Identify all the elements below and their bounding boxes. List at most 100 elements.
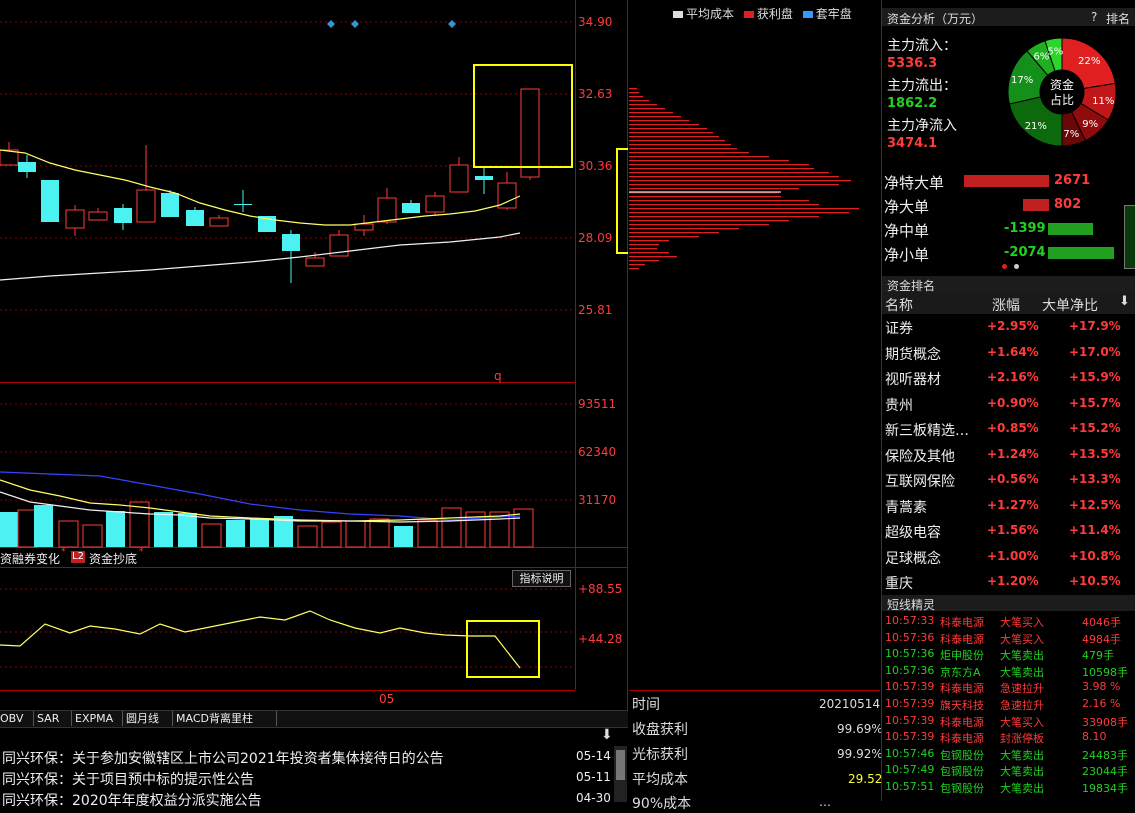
volume-bar[interactable]	[369, 518, 390, 548]
volume-bar[interactable]	[106, 511, 125, 547]
short-line-row[interactable]: 10:57:36 科泰电源 大笔买入 4984手	[882, 630, 1135, 647]
download-icon[interactable]: ⬇	[601, 727, 613, 743]
tab-expma[interactable]: EXPMA	[71, 711, 123, 726]
short-line-row[interactable]: 10:57:49 包钢股份 大笔卖出 23044手	[882, 762, 1135, 779]
volume-bar[interactable]	[178, 513, 197, 547]
net-order-row: 净小单 -2074	[882, 242, 1122, 264]
candle-body[interactable]	[186, 210, 204, 226]
candle-body[interactable]	[354, 223, 374, 231]
tab-moon-line[interactable]: 圆月线	[122, 711, 171, 726]
rank-change: +1.20%	[987, 574, 1039, 588]
rank-row[interactable]: 重庆 +1.20% +10.5%	[882, 569, 1135, 594]
scrollbar-thumb[interactable]	[616, 750, 625, 780]
chip-info-value: 99.69%	[837, 722, 883, 736]
rank-button[interactable]: 排名	[1106, 10, 1130, 27]
candle-body[interactable]	[282, 234, 300, 251]
candle-body[interactable]	[475, 176, 493, 180]
candle-body[interactable]	[377, 197, 397, 223]
rank-name: 视听器材	[885, 372, 941, 388]
volume-bar[interactable]	[129, 501, 150, 548]
short-line-row[interactable]: 10:57:36 京东方A 大笔卖出 10598手	[882, 663, 1135, 680]
candle-body[interactable]	[18, 162, 36, 172]
fund-donut-chart[interactable]: 资金 占比 22%11%9%7%21%17%6%5%	[1006, 36, 1118, 148]
rank-row[interactable]: 足球概念 +1.00% +10.8%	[882, 544, 1135, 569]
news-item[interactable]: 同兴环保：关于参加安徽辖区上市公司2021年投资者集体接待日的公告 05-14	[0, 746, 628, 768]
col-net-ratio[interactable]: 大单净比	[1042, 295, 1098, 315]
tab-fund-bottom[interactable]: 资金抄底	[89, 550, 137, 567]
volume-bar[interactable]	[321, 521, 342, 548]
candle-body[interactable]	[114, 208, 132, 223]
candle-body[interactable]	[65, 209, 85, 229]
volume-bar[interactable]	[394, 526, 413, 547]
volume-bar[interactable]	[226, 520, 245, 547]
price-axis-label: 34.90	[578, 15, 612, 29]
rank-row[interactable]: 证券 +2.95% +17.9%	[882, 314, 1135, 339]
rank-row[interactable]: 互联网保险 +0.56% +13.3%	[882, 467, 1135, 492]
short-line-row[interactable]: 10:57:39 科泰电源 急速拉升 3.98 %	[882, 679, 1135, 696]
volume-bar[interactable]	[154, 512, 173, 547]
candle-body[interactable]	[520, 88, 540, 178]
chip-bar	[629, 176, 839, 178]
candle-body[interactable]	[41, 180, 59, 222]
rank-row[interactable]: 保险及其他 +1.24% +13.5%	[882, 442, 1135, 467]
candle-body[interactable]	[425, 195, 445, 213]
rank-row[interactable]: 贵州 +0.90% +15.7%	[882, 391, 1135, 416]
volume-bar[interactable]	[345, 520, 366, 548]
volume-bar[interactable]	[441, 507, 462, 548]
indicator-info-button[interactable]: 指标说明	[512, 570, 571, 587]
short-line-row[interactable]: 10:57:33 科泰电源 大笔买入 4046手	[882, 613, 1135, 630]
rank-row[interactable]: 新三板精选… +0.85% +15.2%	[882, 416, 1135, 441]
short-line-row[interactable]: 10:57:39 科泰电源 封涨停板 8.10	[882, 729, 1135, 746]
candle-body[interactable]	[402, 203, 420, 213]
short-line-val: 33908手	[1082, 715, 1128, 729]
short-line-row[interactable]: 10:57:39 科泰电源 大笔买入 33908手	[882, 713, 1135, 730]
short-line-row[interactable]: 10:57:36 炬申股份 大笔卖出 479手	[882, 646, 1135, 663]
page-dot-active[interactable]	[1002, 264, 1007, 269]
volume-bar[interactable]	[34, 505, 53, 547]
rank-row[interactable]: 青蒿素 +1.27% +12.5%	[882, 493, 1135, 518]
volume-bar[interactable]	[250, 518, 269, 547]
page-dot[interactable]	[1014, 264, 1019, 269]
candle-body[interactable]	[234, 204, 252, 205]
news-title[interactable]: 同兴环保：2020年年度权益分派实施公告	[2, 790, 262, 810]
rank-row[interactable]: 期货概念 +1.64% +17.0%	[882, 340, 1135, 365]
tab-obv[interactable]: OBV	[0, 711, 30, 726]
main-net-label: 主力净流入	[887, 118, 957, 134]
candle-body[interactable]	[209, 217, 229, 227]
rank-row[interactable]: 超级电容 +1.56% +11.4%	[882, 518, 1135, 543]
candle-body[interactable]	[88, 211, 108, 221]
short-line-row[interactable]: 10:57:39 旗天科技 急速拉升 2.16 %	[882, 696, 1135, 713]
date-marker: 05	[379, 692, 394, 706]
volume-bar[interactable]	[82, 524, 103, 548]
help-icon[interactable]: ?	[1091, 10, 1097, 24]
volume-bar[interactable]	[297, 525, 318, 548]
news-title[interactable]: 同兴环保：关于项目预中标的提示性公告	[2, 769, 254, 789]
kline-chart[interactable]: 34.90 32.63 30.36 28.09 25.81 93511 6234…	[0, 0, 628, 710]
news-item[interactable]: 同兴环保：关于项目预中标的提示性公告 05-11	[0, 767, 628, 789]
news-item[interactable]: 同兴环保：2020年年度权益分派实施公告 04-30	[0, 788, 628, 810]
tab-sar[interactable]: SAR	[33, 711, 71, 726]
volume-bar[interactable]	[417, 519, 438, 548]
news-scrollbar[interactable]	[614, 746, 627, 802]
news-title[interactable]: 同兴环保：关于参加安徽辖区上市公司2021年投资者集体接待日的公告	[2, 748, 444, 768]
scroll-indicator[interactable]	[1124, 205, 1135, 269]
col-name[interactable]: 名称	[885, 295, 913, 315]
volume-bar[interactable]	[201, 523, 222, 548]
chip-histogram[interactable]	[629, 0, 880, 690]
rank-change: +2.16%	[987, 370, 1039, 384]
candle-body[interactable]	[161, 193, 179, 217]
tab-margin-change[interactable]: 资融券变化	[0, 550, 60, 567]
sort-down-icon[interactable]: ⬇	[1119, 294, 1130, 309]
candle-body[interactable]	[449, 164, 469, 193]
short-line-row[interactable]: 10:57:46 包钢股份 大笔卖出 24483手	[882, 746, 1135, 763]
candle-body[interactable]	[305, 257, 325, 267]
rank-row[interactable]: 视听器材 +2.16% +15.9%	[882, 365, 1135, 390]
col-change[interactable]: 涨幅	[992, 295, 1020, 315]
main-outflow-value: 1862.2	[887, 96, 938, 111]
tab-macd-divergence[interactable]: MACD背离里柱	[172, 711, 277, 726]
volume-bar[interactable]	[0, 512, 19, 547]
chip-info-label: 平均成本	[632, 772, 688, 788]
volume-bar[interactable]	[58, 520, 79, 548]
candle-body[interactable]	[136, 189, 156, 223]
short-line-row[interactable]: 10:57:51 包钢股份 大笔卖出 19834手	[882, 779, 1135, 796]
